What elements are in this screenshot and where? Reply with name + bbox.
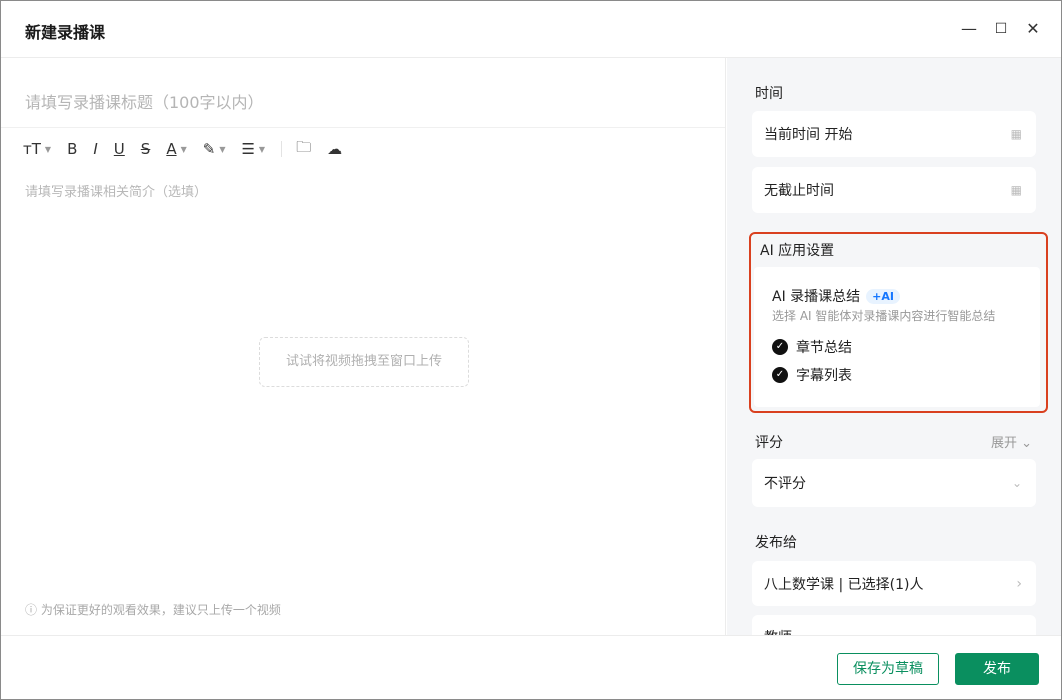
cloud-button[interactable]: ☁ xyxy=(327,140,342,158)
dialog-title: 新建录播课 xyxy=(25,23,106,42)
option-label: 字幕列表 xyxy=(796,368,852,384)
list-icon: ☰ xyxy=(241,140,255,158)
time-label: 时间 xyxy=(755,86,783,102)
teacher-field[interactable]: 教师 xyxy=(752,615,1036,635)
expand-button[interactable]: 展开 ⌄ xyxy=(991,432,1032,451)
check-icon: ✓ xyxy=(772,367,788,383)
option-chapter-summary[interactable]: ✓ 章节总结 xyxy=(772,337,852,357)
end-time-value: 无截止时间 xyxy=(764,183,834,199)
publish-to-field[interactable]: 八上数学课 | 已选择(1)人 › xyxy=(752,561,1036,606)
folder-button[interactable]: 🗀 xyxy=(296,137,311,162)
caret-down-icon: ▼ xyxy=(258,144,266,154)
ai-badge: +AI xyxy=(866,288,900,304)
calendar-icon: ▦ xyxy=(1010,127,1022,141)
dialog-window: 新建录播课 — ☐ ✕ 请填写录播课标题（100字以内） ᴛT ▼ B I U S A ▼ ✎ ▼… xyxy=(0,0,1062,700)
calendar-icon: ▦ xyxy=(1010,183,1022,197)
underline-icon: U xyxy=(113,140,125,158)
editor-area: 请填写录播课标题（100字以内） ᴛT ▼ B I U S A ▼ ✎ ▼ ☰ ▼ 🗀 ☁ 请填写录播课相… xyxy=(1,58,726,635)
publish-to-label: 发布给 xyxy=(755,535,797,551)
minimize-button[interactable]: — xyxy=(957,17,981,41)
strikethrough-icon: S xyxy=(140,140,151,158)
end-time-field[interactable]: 无截止时间 ▦ xyxy=(752,167,1036,213)
chevron-down-icon: ⌄ xyxy=(1011,476,1022,490)
caret-down-icon: ▼ xyxy=(219,144,226,154)
publish-to-value: 八上数学课 | 已选择(1)人 xyxy=(764,576,924,593)
caret-down-icon: ▼ xyxy=(180,144,187,154)
settings-panel: 时间 当前时间 开始 ▦ 无截止时间 ▦ AI 应用设置 AI 录播课总结 +AI 选… xyxy=(727,58,1061,635)
toolbar-divider xyxy=(281,141,283,157)
close-button[interactable]: ✕ xyxy=(1021,17,1045,41)
upload-note: ⓘ 为保证更好的观看效果，建议只上传一个视频 xyxy=(25,603,281,617)
underline-button[interactable]: U xyxy=(114,140,125,158)
start-time-field[interactable]: 当前时间 开始 ▦ xyxy=(752,111,1036,157)
bold-button[interactable]: B xyxy=(67,140,77,158)
strikethrough-button[interactable]: S xyxy=(141,140,151,158)
title-bar: 新建录播课 — ☐ ✕ xyxy=(1,1,1061,58)
list-button[interactable]: ☰ ▼ xyxy=(241,140,265,158)
ai-settings-header: AI 应用设置 xyxy=(760,243,835,259)
score-value: 不评分 xyxy=(764,476,806,492)
editor-toolbar: ᴛT ▼ B I U S A ▼ ✎ ▼ ☰ ▼ 🗀 ☁ xyxy=(23,138,358,160)
option-subtitle-list[interactable]: ✓ 字幕列表 xyxy=(772,365,852,385)
folder-icon: 🗀 xyxy=(296,137,312,156)
option-label: 章节总结 xyxy=(796,340,852,356)
cloud-icon: ☁ xyxy=(327,140,343,158)
description-input[interactable]: 请填写录播课相关简介（选填） xyxy=(25,181,207,200)
highlight-button[interactable]: ✎ ▼ xyxy=(203,140,226,158)
ai-settings-card: AI 录播课总结 +AI 选择 AI 智能体对录播课内容进行智能总结 ✓ 章节总结 … xyxy=(754,267,1040,407)
font-color-button[interactable]: A ▼ xyxy=(166,140,186,158)
check-icon: ✓ xyxy=(772,339,788,355)
caret-down-icon: ▼ xyxy=(44,144,52,154)
font-color-icon: A xyxy=(166,140,177,158)
ai-settings-section: AI 应用设置 AI 录播课总结 +AI 选择 AI 智能体对录播课内容进行智能总… xyxy=(749,232,1048,413)
publish-button[interactable]: 发布 xyxy=(955,653,1039,685)
score-label: 评分 xyxy=(755,435,783,451)
title-input[interactable]: 请填写录播课标题（100字以内） xyxy=(25,89,264,113)
italic-button[interactable]: I xyxy=(93,140,97,158)
save-draft-button[interactable]: 保存为草稿 xyxy=(837,653,939,685)
highlight-icon: ✎ xyxy=(202,140,216,158)
bold-icon: B xyxy=(67,140,78,158)
maximize-button[interactable]: ☐ xyxy=(989,17,1013,41)
ai-summary-title: AI 录播课总结 xyxy=(772,289,861,305)
teacher-label: 教师 xyxy=(764,627,792,635)
font-size-button[interactable]: ᴛT ▼ xyxy=(23,140,51,158)
score-select[interactable]: 不评分 ⌄ xyxy=(752,459,1036,507)
italic-icon: I xyxy=(93,140,98,158)
chevron-right-icon: › xyxy=(1016,575,1022,592)
ai-summary-desc: 选择 AI 智能体对录播课内容进行智能总结 xyxy=(772,309,996,323)
font-size-icon: ᴛT xyxy=(23,140,41,158)
start-time-value: 当前时间 开始 xyxy=(764,127,853,143)
divider xyxy=(1,127,725,128)
video-drop-zone[interactable]: 试试将视频拖拽至窗口上传 xyxy=(259,337,469,387)
footer: 保存为草稿 发布 xyxy=(1,635,1061,699)
